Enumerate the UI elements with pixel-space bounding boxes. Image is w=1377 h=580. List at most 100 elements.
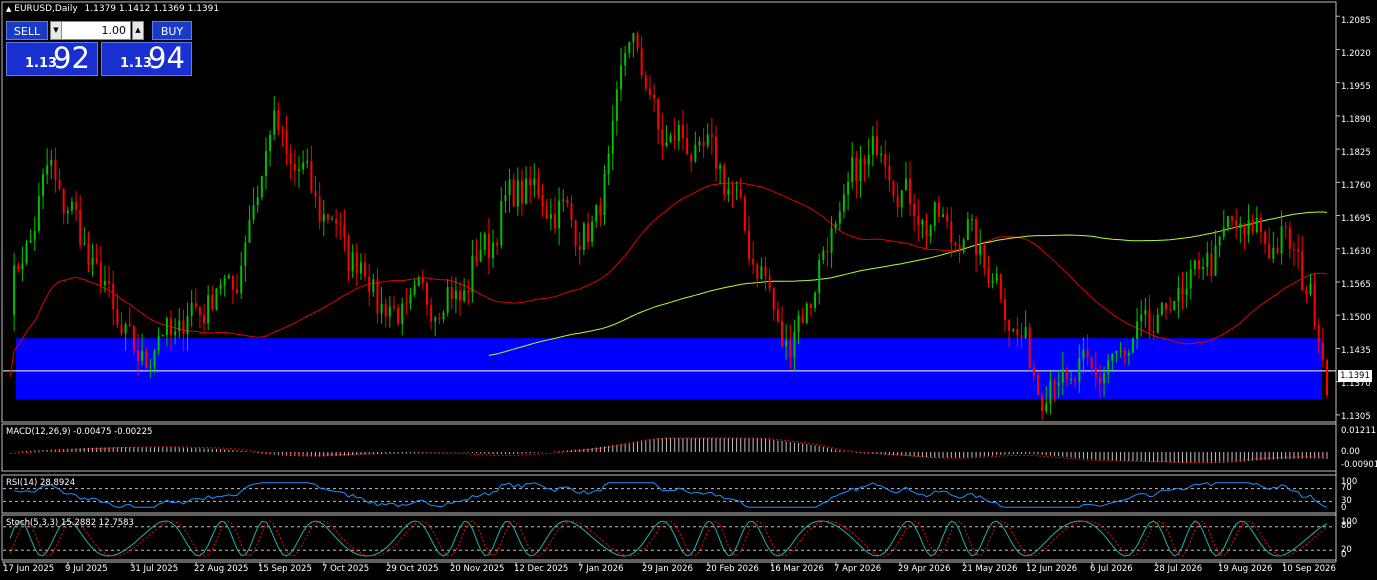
candle-body <box>958 245 961 252</box>
candle-body <box>492 242 495 259</box>
candle-body <box>430 304 433 322</box>
candle-body <box>1156 314 1159 333</box>
candle-body <box>1103 373 1106 384</box>
candle-body <box>599 205 602 216</box>
candle-body <box>578 246 581 250</box>
candle-body <box>1231 216 1234 221</box>
macd-label: MACD(12,26,9) -0.00475 -0.00225 <box>6 427 153 437</box>
price-tick-label: 1.1955 <box>1341 82 1371 92</box>
candle-body <box>322 214 325 222</box>
candle-body <box>1131 338 1134 353</box>
candle-body <box>574 220 577 247</box>
candle-body <box>694 145 697 162</box>
candle-body <box>112 283 115 309</box>
date-tick-label: 7 Oct 2025 <box>322 564 370 574</box>
candle-body <box>21 263 24 270</box>
candle-body <box>1193 260 1196 270</box>
candle-body <box>248 219 251 243</box>
candle-body <box>847 181 850 195</box>
price-tick-label: 1.1890 <box>1341 115 1371 125</box>
support-zone-rect <box>16 338 1322 400</box>
candle-body <box>995 273 998 281</box>
candle-body <box>991 280 994 283</box>
price-chart[interactable] <box>0 0 1377 580</box>
candle-body <box>752 259 755 265</box>
candle-body <box>1181 287 1184 295</box>
candle-body <box>1276 247 1279 254</box>
candle-body <box>1049 380 1052 404</box>
price-tick-label: 1.1825 <box>1341 148 1371 158</box>
lot-increase-button[interactable]: ▲ <box>132 21 144 40</box>
candle-body <box>549 214 552 219</box>
candle-body <box>1032 367 1035 376</box>
candle-body <box>459 290 462 301</box>
candle-body <box>174 331 177 336</box>
candle-body <box>25 242 28 264</box>
candle-body <box>1111 353 1114 361</box>
candle-body <box>108 280 111 284</box>
candle-body <box>13 265 16 316</box>
candle-body <box>942 214 945 218</box>
candle-body <box>855 157 858 181</box>
candle-body <box>822 250 825 260</box>
candle-body <box>632 33 635 43</box>
chart-title: ▲ EURUSD,Daily 1.1379 1.1412 1.1369 1.13… <box>6 4 219 14</box>
stoch-label: Stoch(5,3,3) 15.2882 12.7583 <box>6 518 134 528</box>
candle-body <box>310 161 313 191</box>
candle-body <box>79 209 82 245</box>
candle-body <box>182 320 185 334</box>
panel-frames <box>1 1 1337 563</box>
price-tick-label: 1.1760 <box>1341 181 1371 191</box>
candle-body <box>727 189 730 195</box>
buy-button[interactable]: BUY <box>152 21 192 40</box>
candle-body <box>504 195 507 201</box>
candle-body <box>297 169 300 171</box>
candle-body <box>789 340 792 357</box>
candle-body <box>273 110 276 135</box>
panel-frame <box>1 514 1337 561</box>
candle-body <box>975 219 978 255</box>
candle-body <box>161 335 164 337</box>
candle-body <box>269 134 272 152</box>
buy-price-quote[interactable]: 1.13 94 <box>101 41 192 76</box>
candle-body <box>900 190 903 208</box>
candle-body <box>496 242 499 246</box>
candle-body <box>983 244 986 269</box>
candle-body <box>331 219 334 221</box>
sell-button[interactable]: SELL <box>6 21 48 40</box>
lot-size-input[interactable] <box>61 21 131 40</box>
candle-body <box>153 350 156 368</box>
candle-body <box>1288 227 1291 249</box>
candle-body <box>1317 325 1320 343</box>
candle-body <box>781 321 784 347</box>
sell-price-quote[interactable]: 1.13 92 <box>6 41 98 76</box>
candle-body <box>1037 375 1040 396</box>
candle-body <box>615 89 618 121</box>
candle-body <box>277 110 280 131</box>
candle-body <box>541 194 544 207</box>
candle-body <box>141 350 144 361</box>
price-tick-label: 1.2020 <box>1341 49 1371 59</box>
candle-body <box>351 252 354 272</box>
candle-body <box>1078 358 1081 382</box>
candle-body <box>1053 380 1056 385</box>
candle-body <box>793 331 796 357</box>
candle-body <box>446 286 449 313</box>
candle-body <box>884 154 887 166</box>
candle-body <box>706 134 709 146</box>
candle-body <box>359 262 362 274</box>
candle-body <box>756 264 759 280</box>
candle-body <box>215 288 218 310</box>
candle-body <box>442 312 445 320</box>
collapse-arrow-icon[interactable]: ▲ <box>6 5 11 13</box>
date-tick-label: 20 Feb 2026 <box>706 564 759 574</box>
candle-body <box>925 219 928 237</box>
candle-body <box>607 153 610 174</box>
candle-body <box>929 225 932 237</box>
candle-body <box>723 165 726 195</box>
candle-body <box>913 203 916 216</box>
candle-body <box>413 285 416 295</box>
candle-body <box>562 199 565 201</box>
candle-body <box>421 278 424 283</box>
candle-body <box>859 159 862 181</box>
